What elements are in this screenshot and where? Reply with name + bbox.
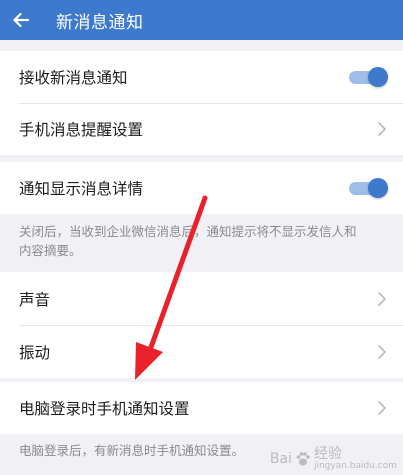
sound-label: 声音 [19,290,51,309]
receive-notification-label: 接收新消息通知 [19,69,128,87]
toggle-knob [368,67,388,87]
receive-notification-row[interactable]: 接收新消息通知 [0,51,403,103]
phone-remind-settings-label: 手机消息提醒设置 [19,121,144,139]
receive-notification-toggle[interactable] [347,66,388,88]
baidu-paw-icon [296,452,310,466]
note-line: 关闭后，当收到企业微信消息后，通知提示将不显示发信人和 [19,224,357,239]
back-arrow-icon [13,12,30,28]
vibrate-row[interactable]: 振动 [0,325,403,378]
sound-row[interactable]: 声音 [0,272,403,325]
chevron-right-icon [377,121,387,137]
watermark-brand2: 经验 [313,446,342,462]
title-bar: 新消息通知 [0,0,403,40]
watermark-brand: Bai [269,451,292,467]
phone-remind-settings-row[interactable]: 手机消息提醒设置 [0,103,403,155]
note-line: 内容摘要。 [19,243,82,258]
vibrate-label: 振动 [19,343,51,362]
pc-login-notify-row[interactable]: 电脑登录时手机通知设置 [0,382,403,434]
chevron-right-icon [377,344,387,360]
show-detail-row[interactable]: 通知显示消息详情 [0,162,403,214]
page-title: 新消息通知 [56,12,144,33]
chevron-right-icon [377,400,387,416]
watermark-brand-suffix: 经验 jingyan.baidu.com [314,447,397,471]
baidu-watermark: Bai 经验 jingyan.baidu.com [270,447,397,471]
settings-group-receive: 接收新消息通知 手机消息提醒设置 [0,51,403,155]
toggle-knob [368,178,388,198]
show-detail-label: 通知显示消息详情 [19,180,144,198]
back-button[interactable] [4,0,38,40]
watermark-url: jingyan.baidu.com [313,461,397,471]
chevron-right-icon [377,291,387,307]
pc-login-notify-label: 电脑登录时手机通知设置 [19,400,190,418]
settings-group-detail: 通知显示消息详情 [0,162,403,214]
show-detail-note: 关闭后，当收到企业微信消息后，通知提示将不显示发信人和 内容摘要。 [0,222,403,260]
settings-group-sound: 声音 振动 [0,272,403,378]
settings-group-pc-login: 电脑登录时手机通知设置 [0,382,403,434]
show-detail-toggle[interactable] [347,177,388,199]
